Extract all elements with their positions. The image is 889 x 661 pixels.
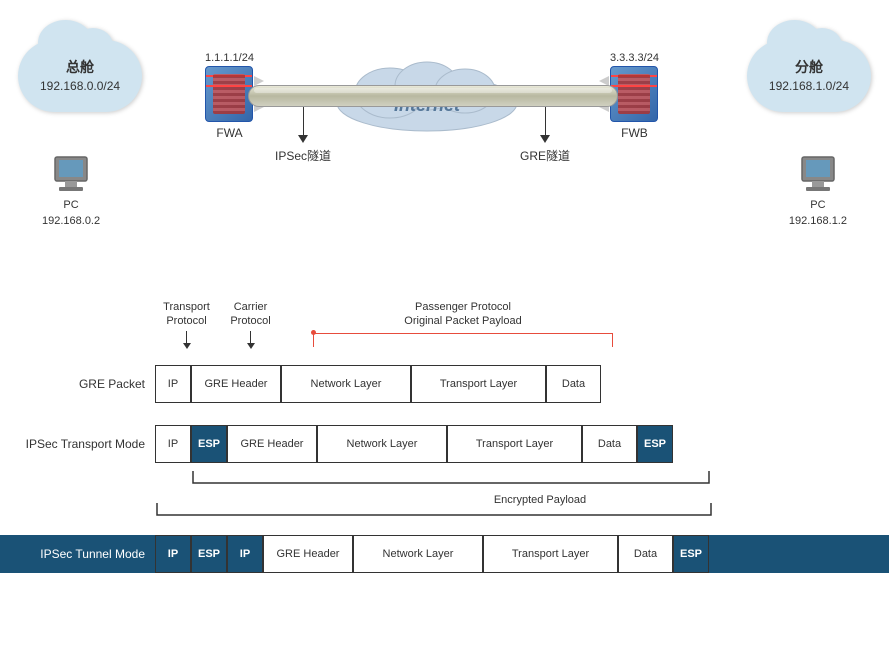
encrypted-payload-section: Encrypted Payload	[155, 469, 889, 501]
ipsec-esp2-cell: ESP	[637, 425, 673, 463]
fwa-ip: 1.1.1.1/24	[205, 52, 254, 64]
ipsec-tunnel-cells: IP ESP IP GRE Header Network Layer Trans…	[155, 535, 709, 573]
right-pc-ip: 192.168.1.2	[789, 215, 847, 227]
gre-arrow-head	[540, 135, 550, 143]
bracket-left	[313, 333, 314, 347]
gre-packet-label: GRE Packet	[0, 377, 155, 391]
gre-header-cell: GRE Header	[191, 365, 281, 403]
ipsec-transport-cells: IP ESP GRE Header Network Layer Transpor…	[155, 425, 673, 463]
gre-arrow-line	[545, 107, 546, 135]
left-cloud: 总舱 192.168.0.0/24	[18, 40, 142, 112]
ipsec-data-cell: Data	[582, 425, 637, 463]
left-pc-icon	[49, 155, 93, 195]
ipsec-tunnel-label: IPSec Tunnel Mode	[0, 547, 155, 561]
tunnel-ip-cell: IP	[155, 535, 191, 573]
ipsec-label-group: IPSec隧道	[275, 107, 331, 164]
packet-diagrams: Transport Protocol Carrier Protocol Pass…	[0, 290, 889, 583]
pipe-body	[248, 85, 618, 107]
fwa-pattern	[213, 74, 245, 114]
ipsec-ip-cell: IP	[155, 425, 191, 463]
ipsec-arrow-line	[303, 107, 304, 135]
annotations-row: Transport Protocol Carrier Protocol Pass…	[155, 300, 889, 365]
transport-protocol-label: Transport Protocol	[159, 300, 214, 349]
ipsec-arrow-head	[298, 135, 308, 143]
tunnel-esp1-cell: ESP	[191, 535, 227, 573]
fwb-label: FWB	[621, 126, 648, 140]
fwb-ip: 3.3.3.3/24	[610, 52, 659, 64]
right-cloud: 分舱 192.168.1.0/24	[747, 40, 871, 112]
right-cloud-subnet: 192.168.1.0/24	[769, 78, 849, 95]
tunnel-esp2-cell: ESP	[673, 535, 709, 573]
gre-network-cell: Network Layer	[281, 365, 411, 403]
ipsec-transport-row: IPSec Transport Mode IP ESP GRE Header N…	[0, 425, 889, 463]
tunnel-gre-cell: GRE Header	[263, 535, 353, 573]
left-pc-ip: 192.168.0.2	[42, 215, 100, 227]
gre-label-group: GRE隧道	[520, 107, 570, 164]
gre-ip-cell: IP	[155, 365, 191, 403]
encrypted-brace-svg	[191, 469, 711, 501]
tunnel-pipe	[248, 85, 618, 107]
bracket-top	[313, 333, 613, 334]
right-cloud-name: 分舱	[769, 58, 849, 78]
bracket-dot	[311, 330, 316, 335]
tunnel-transport-cell: Transport Layer	[483, 535, 618, 573]
network-diagram: 总舱 192.168.0.0/24 分舱 192.168.1.0/24 1.1.…	[0, 0, 889, 290]
gre-transport-cell: Transport Layer	[411, 365, 546, 403]
bracket-right	[612, 333, 613, 347]
right-pc: PC 192.168.1.2	[789, 155, 847, 227]
fwb-pattern	[618, 74, 650, 114]
ipsec-tunnel-label: IPSec隧道	[275, 147, 331, 164]
right-cloud-shape: 分舱 192.168.1.0/24	[747, 40, 871, 112]
tunnel-brace	[155, 501, 889, 538]
right-pc-icon	[796, 155, 840, 195]
gre-data-cell: Data	[546, 365, 601, 403]
left-pc-label: PC	[63, 199, 78, 211]
ipsec-transport-label: IPSec Transport Mode	[0, 437, 155, 451]
gre-packet-row: GRE Packet IP GRE Header Network Layer T…	[0, 365, 889, 403]
ipsec-esp1-cell: ESP	[191, 425, 227, 463]
pipe-shine	[254, 88, 612, 93]
ipsec-tunnel-row: IPSec Tunnel Mode IP ESP IP GRE Header N…	[0, 535, 889, 573]
ipsec-gre-cell: GRE Header	[227, 425, 317, 463]
bracket	[308, 333, 618, 347]
tunnel-ip2-cell: IP	[227, 535, 263, 573]
tunnel-network-cell: Network Layer	[353, 535, 483, 573]
transport-arrow	[159, 331, 214, 349]
tunnel-brace-section	[155, 501, 889, 533]
left-cloud-subnet: 192.168.0.0/24	[40, 78, 120, 95]
fwa-box	[205, 66, 253, 122]
ipsec-transport-cell: Transport Layer	[447, 425, 582, 463]
firewall-a: 1.1.1.1/24 FWA	[205, 52, 254, 140]
spacer-1	[0, 409, 889, 425]
gre-packet-cells: IP GRE Header Network Layer Transport La…	[155, 365, 601, 403]
tunnel-brace-svg	[155, 501, 713, 533]
tunnel-data-cell: Data	[618, 535, 673, 573]
left-pc: PC 192.168.0.2	[42, 155, 100, 227]
fwa-label: FWA	[216, 126, 242, 140]
gre-tunnel-label: GRE隧道	[520, 147, 570, 164]
carrier-protocol-label: Carrier Protocol	[223, 300, 278, 349]
left-cloud-shape: 总舱 192.168.0.0/24	[18, 40, 142, 112]
carrier-arrow	[223, 331, 278, 349]
passenger-protocol-label: Passenger Protocol Original Packet Paylo…	[308, 300, 618, 347]
left-cloud-name: 总舱	[40, 58, 120, 78]
right-pc-label: PC	[810, 199, 825, 211]
ipsec-network-cell: Network Layer	[317, 425, 447, 463]
